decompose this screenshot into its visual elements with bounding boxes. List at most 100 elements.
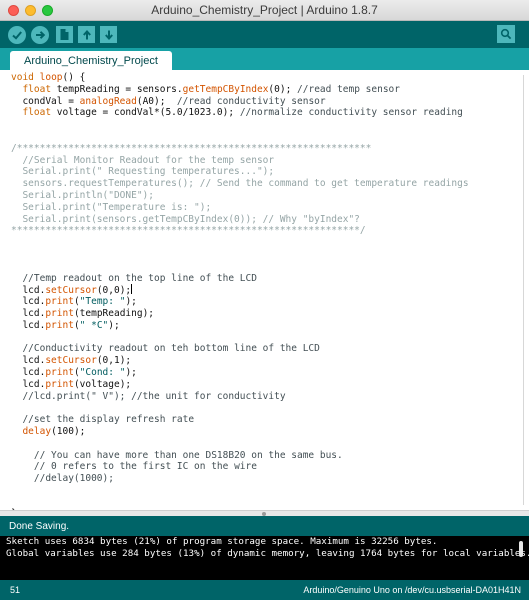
code-token: (voltage); — [73, 378, 132, 390]
code-line[interactable] — [11, 119, 469, 131]
code-line[interactable] — [11, 332, 469, 344]
code-line[interactable]: delay(100); — [11, 426, 469, 438]
zoom-window-button[interactable] — [42, 5, 53, 16]
code-token: sensors.requestTemperatures(); // Send t… — [11, 178, 469, 190]
code-text[interactable]: void loop() { float tempReading = sensor… — [11, 72, 469, 520]
code-line[interactable] — [11, 131, 469, 143]
code-token: //Temp readout on the top line of the LC… — [22, 272, 257, 284]
code-token: // 0 refers to the first IC on the wire — [33, 461, 257, 473]
code-line[interactable]: // 0 refers to the first IC on the wire — [11, 461, 469, 473]
code-token: print — [45, 307, 74, 319]
code-line[interactable]: //Conductivity readout on teh bottom lin… — [11, 343, 469, 355]
code-line[interactable]: sensors.requestTemperatures(); // Send t… — [11, 178, 469, 190]
console-output[interactable]: Sketch uses 6834 bytes (21%) of program … — [0, 536, 529, 580]
code-token: (0,0); — [96, 285, 132, 297]
code-line[interactable]: float tempReading = sensors.getTempCByIn… — [11, 84, 469, 96]
close-window-button[interactable] — [8, 5, 19, 16]
code-line[interactable]: lcd.print(tempReading); — [11, 308, 469, 320]
window-titlebar: Arduino_Chemistry_Project | Arduino 1.8.… — [0, 0, 529, 21]
code-line[interactable] — [11, 402, 469, 414]
verify-button[interactable] — [8, 25, 26, 44]
code-line[interactable]: //Temp readout on the top line of the LC… — [11, 273, 469, 285]
code-token: //Conductivity readout on teh bottom lin… — [22, 343, 320, 355]
code-token: //Serial Monitor Readout for the temp se… — [11, 154, 275, 166]
line-number: 51 — [10, 585, 21, 595]
code-line[interactable]: ****************************************… — [11, 225, 469, 237]
code-token: //delay(1000); — [33, 473, 114, 485]
code-line[interactable] — [11, 249, 469, 261]
new-button[interactable] — [56, 26, 73, 43]
console-scrollbar[interactable] — [519, 541, 523, 557]
code-token: Serial.print(sensors.getTempCByIndex(0))… — [11, 213, 360, 225]
document-icon — [60, 29, 69, 40]
arrow-right-icon — [36, 30, 46, 39]
code-line[interactable]: lcd.print(" *C"); — [11, 320, 469, 332]
code-line[interactable]: Serial.println("DONE"); — [11, 190, 469, 202]
code-line[interactable]: //delay(1000); — [11, 473, 469, 485]
code-line[interactable]: lcd.print("Cond: "); — [11, 367, 469, 379]
code-line[interactable]: //Serial Monitor Readout for the temp se… — [11, 155, 469, 167]
code-line[interactable]: lcd.setCursor(0,1); — [11, 355, 469, 367]
code-line[interactable]: Serial.print(" Requesting temperatures..… — [11, 166, 469, 178]
code-line[interactable]: lcd.setCursor(0,0); — [11, 284, 469, 296]
code-token: print — [45, 366, 74, 378]
code-line[interactable]: Serial.print(sensors.getTempCByIndex(0))… — [11, 214, 469, 226]
code-line[interactable]: condVal = analogRead(A0); //read conduct… — [11, 96, 469, 108]
code-token: //lcd.print(" V"); //the unit for conduc… — [22, 390, 286, 402]
code-token: delay — [22, 425, 52, 437]
code-token: float — [22, 107, 52, 119]
code-line[interactable]: /***************************************… — [11, 143, 469, 155]
editor-scrollbar[interactable] — [521, 75, 526, 505]
arrow-down-icon — [104, 30, 113, 40]
console-line: Sketch uses 6834 bytes (21%) of program … — [6, 536, 438, 547]
code-token: float — [22, 83, 52, 95]
code-token: lcd. — [11, 366, 46, 378]
code-token: (0); — [268, 83, 298, 95]
code-token: lcd. — [11, 307, 46, 319]
code-token: ); — [108, 319, 120, 331]
code-line[interactable] — [11, 497, 469, 509]
code-line[interactable]: lcd.print("Temp: "); — [11, 296, 469, 308]
arrow-up-icon — [82, 29, 91, 39]
code-line[interactable] — [11, 237, 469, 249]
code-line[interactable]: float voltage = condVal*(5.0/1023.0); //… — [11, 107, 469, 119]
upload-button[interactable] — [31, 25, 49, 44]
code-token: ); — [125, 296, 137, 308]
code-token: Serial.print("Temperature is: "); — [11, 201, 212, 213]
code-token: condVal = — [11, 95, 80, 107]
code-line[interactable]: lcd.print(voltage); — [11, 379, 469, 391]
code-line[interactable]: // You can have more than one DS18B20 on… — [11, 450, 469, 462]
footer-bar: 51 Arduino/Genuino Uno on /dev/cu.usbser… — [0, 580, 529, 600]
code-token: print — [45, 296, 74, 308]
code-token: void — [11, 72, 34, 83]
open-button[interactable] — [78, 26, 95, 43]
code-line[interactable] — [11, 438, 469, 450]
code-line[interactable]: Serial.print("Temperature is: "); — [11, 202, 469, 214]
code-token: (A0); — [136, 95, 177, 107]
code-editor[interactable]: void loop() { float tempReading = sensor… — [0, 70, 529, 519]
code-token: analogRead — [79, 95, 137, 107]
save-button[interactable] — [100, 26, 117, 43]
code-token: Serial.println("DONE"); — [11, 189, 154, 201]
board-port-info: Arduino/Genuino Uno on /dev/cu.usbserial… — [303, 585, 521, 595]
code-line[interactable]: //set the display refresh rate — [11, 414, 469, 426]
tab-arduino-chemistry-project[interactable]: Arduino_Chemistry_Project — [10, 51, 172, 70]
code-line[interactable] — [11, 485, 469, 497]
code-token: setCursor — [45, 285, 97, 297]
code-line[interactable]: //lcd.print(" V"); //the unit for conduc… — [11, 391, 469, 403]
code-line[interactable] — [11, 261, 469, 273]
code-token: print — [45, 378, 74, 390]
status-bar: Done Saving. — [0, 516, 529, 536]
code-token: voltage = condVal*(5.0/1023.0); — [51, 107, 240, 119]
minimize-window-button[interactable] — [25, 5, 36, 16]
code-line[interactable]: void loop() { — [11, 72, 469, 84]
code-token: "Cond: " — [79, 366, 126, 378]
window-title: Arduino_Chemistry_Project | Arduino 1.8.… — [151, 3, 378, 17]
serial-monitor-button[interactable] — [497, 25, 515, 43]
